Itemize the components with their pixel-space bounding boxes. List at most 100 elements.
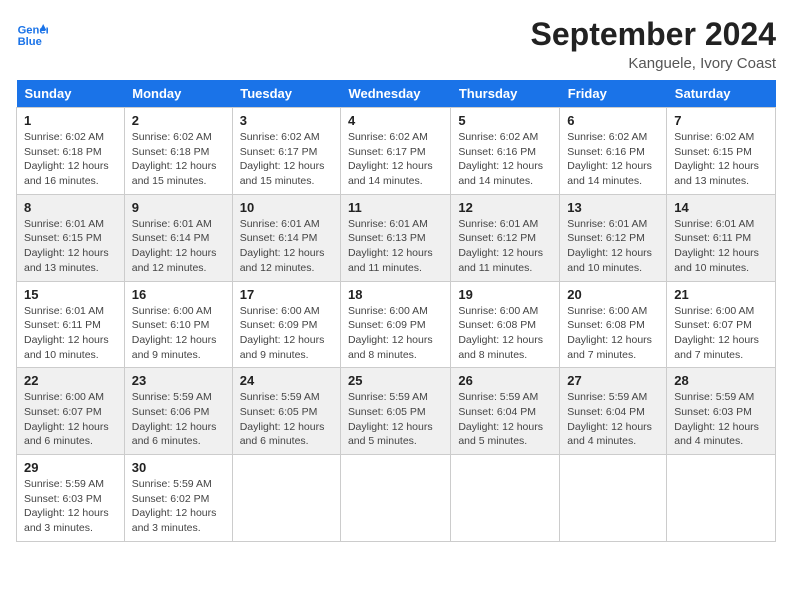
day-header-friday: Friday <box>560 80 667 108</box>
day-info: Sunrise: 6:00 AM Sunset: 6:08 PM Dayligh… <box>567 304 659 363</box>
day-info: Sunrise: 6:02 AM Sunset: 6:18 PM Dayligh… <box>24 130 117 189</box>
calendar-cell: 2 Sunrise: 6:02 AM Sunset: 6:18 PM Daylig… <box>124 108 232 195</box>
day-header-sunday: Sunday <box>17 80 125 108</box>
calendar-cell: 26 Sunrise: 5:59 AM Sunset: 6:04 PM Dayli… <box>451 368 560 455</box>
calendar-cell: 5 Sunrise: 6:02 AM Sunset: 6:16 PM Daylig… <box>451 108 560 195</box>
day-info: Sunrise: 5:59 AM Sunset: 6:03 PM Dayligh… <box>24 477 117 536</box>
logo-icon: General Blue <box>16 16 48 48</box>
day-info: Sunrise: 6:02 AM Sunset: 6:16 PM Dayligh… <box>567 130 659 189</box>
calendar-cell <box>667 455 776 542</box>
calendar-cell: 15 Sunrise: 6:01 AM Sunset: 6:11 PM Dayli… <box>17 281 125 368</box>
day-number: 20 <box>567 287 659 302</box>
month-title: September 2024 <box>531 16 776 53</box>
calendar-cell: 12 Sunrise: 6:01 AM Sunset: 6:12 PM Dayli… <box>451 194 560 281</box>
day-number: 17 <box>240 287 333 302</box>
day-header-wednesday: Wednesday <box>340 80 450 108</box>
calendar-cell: 8 Sunrise: 6:01 AM Sunset: 6:15 PM Daylig… <box>17 194 125 281</box>
day-header-saturday: Saturday <box>667 80 776 108</box>
svg-text:Blue: Blue <box>18 36 42 48</box>
calendar-cell <box>232 455 340 542</box>
day-info: Sunrise: 6:01 AM Sunset: 6:14 PM Dayligh… <box>132 217 225 276</box>
day-info: Sunrise: 6:01 AM Sunset: 6:12 PM Dayligh… <box>567 217 659 276</box>
calendar-cell: 17 Sunrise: 6:00 AM Sunset: 6:09 PM Dayli… <box>232 281 340 368</box>
day-number: 9 <box>132 200 225 215</box>
day-number: 2 <box>132 113 225 128</box>
day-number: 10 <box>240 200 333 215</box>
day-info: Sunrise: 6:00 AM Sunset: 6:08 PM Dayligh… <box>458 304 552 363</box>
calendar-cell: 28Sunrise: 5:59 AM Sunset: 6:03 PM Dayli… <box>667 368 776 455</box>
day-number: 19 <box>458 287 552 302</box>
day-info: Sunrise: 6:01 AM Sunset: 6:12 PM Dayligh… <box>458 217 552 276</box>
day-header-monday: Monday <box>124 80 232 108</box>
day-info: Sunrise: 5:59 AM Sunset: 6:06 PM Dayligh… <box>132 390 225 449</box>
day-number: 16 <box>132 287 225 302</box>
calendar-table: SundayMondayTuesdayWednesdayThursdayFrid… <box>16 80 776 542</box>
day-info: Sunrise: 6:00 AM Sunset: 6:07 PM Dayligh… <box>24 390 117 449</box>
day-number: 4 <box>348 113 443 128</box>
day-number: 13 <box>567 200 659 215</box>
day-info: Sunrise: 6:02 AM Sunset: 6:17 PM Dayligh… <box>240 130 333 189</box>
day-number: 21 <box>674 287 768 302</box>
day-info: Sunrise: 5:59 AM Sunset: 6:05 PM Dayligh… <box>240 390 333 449</box>
day-number: 6 <box>567 113 659 128</box>
calendar-cell: 11 Sunrise: 6:01 AM Sunset: 6:13 PM Dayli… <box>340 194 450 281</box>
day-info: Sunrise: 6:01 AM Sunset: 6:14 PM Dayligh… <box>240 217 333 276</box>
day-number: 14 <box>674 200 768 215</box>
calendar-cell: 22 Sunrise: 6:00 AM Sunset: 6:07 PM Dayli… <box>17 368 125 455</box>
calendar-cell: 27 Sunrise: 5:59 AM Sunset: 6:04 PM Dayli… <box>560 368 667 455</box>
day-info: Sunrise: 5:59 AM Sunset: 6:04 PM Dayligh… <box>458 390 552 449</box>
calendar-cell: 13 Sunrise: 6:01 AM Sunset: 6:12 PM Dayli… <box>560 194 667 281</box>
day-info: Sunrise: 6:00 AM Sunset: 6:09 PM Dayligh… <box>240 304 333 363</box>
day-number: 27 <box>567 373 659 388</box>
day-info: Sunrise: 6:01 AM Sunset: 6:15 PM Dayligh… <box>24 217 117 276</box>
day-info: Sunrise: 6:02 AM Sunset: 6:17 PM Dayligh… <box>348 130 443 189</box>
day-info: Sunrise: 6:02 AM Sunset: 6:15 PM Dayligh… <box>674 130 768 189</box>
day-number: 5 <box>458 113 552 128</box>
calendar-cell: 18 Sunrise: 6:00 AM Sunset: 6:09 PM Dayli… <box>340 281 450 368</box>
day-number: 12 <box>458 200 552 215</box>
day-number: 8 <box>24 200 117 215</box>
location-subtitle: Kanguele, Ivory Coast <box>531 55 776 72</box>
day-info: Sunrise: 5:59 AM Sunset: 6:02 PM Dayligh… <box>132 477 225 536</box>
day-info: Sunrise: 6:00 AM Sunset: 6:09 PM Dayligh… <box>348 304 443 363</box>
calendar-cell: 4 Sunrise: 6:02 AM Sunset: 6:17 PM Daylig… <box>340 108 450 195</box>
day-info: Sunrise: 6:00 AM Sunset: 6:10 PM Dayligh… <box>132 304 225 363</box>
calendar-cell: 16 Sunrise: 6:00 AM Sunset: 6:10 PM Dayli… <box>124 281 232 368</box>
day-info: Sunrise: 6:02 AM Sunset: 6:16 PM Dayligh… <box>458 130 552 189</box>
day-header-thursday: Thursday <box>451 80 560 108</box>
day-number: 15 <box>24 287 117 302</box>
calendar-cell: 20 Sunrise: 6:00 AM Sunset: 6:08 PM Dayli… <box>560 281 667 368</box>
calendar-cell <box>560 455 667 542</box>
calendar-cell <box>340 455 450 542</box>
calendar-cell: 1Sunrise: 6:02 AM Sunset: 6:18 PM Daylig… <box>17 108 125 195</box>
calendar-cell: 30 Sunrise: 5:59 AM Sunset: 6:02 PM Dayli… <box>124 455 232 542</box>
day-info: Sunrise: 6:01 AM Sunset: 6:11 PM Dayligh… <box>674 217 768 276</box>
calendar-cell: 7Sunrise: 6:02 AM Sunset: 6:15 PM Daylig… <box>667 108 776 195</box>
day-number: 24 <box>240 373 333 388</box>
calendar-cell: 23 Sunrise: 5:59 AM Sunset: 6:06 PM Dayli… <box>124 368 232 455</box>
day-number: 30 <box>132 460 225 475</box>
calendar-cell: 3Sunrise: 6:02 AM Sunset: 6:17 PM Daylig… <box>232 108 340 195</box>
day-number: 22 <box>24 373 117 388</box>
day-info: Sunrise: 5:59 AM Sunset: 6:04 PM Dayligh… <box>567 390 659 449</box>
calendar-cell: 24 Sunrise: 5:59 AM Sunset: 6:05 PM Dayli… <box>232 368 340 455</box>
day-number: 23 <box>132 373 225 388</box>
logo: General Blue <box>16 16 48 48</box>
day-info: Sunrise: 6:01 AM Sunset: 6:13 PM Dayligh… <box>348 217 443 276</box>
page-header: General Blue September 2024 Kanguele, Iv… <box>16 16 776 72</box>
calendar-cell: 6 Sunrise: 6:02 AM Sunset: 6:16 PM Daylig… <box>560 108 667 195</box>
day-header-tuesday: Tuesday <box>232 80 340 108</box>
calendar-cell: 19 Sunrise: 6:00 AM Sunset: 6:08 PM Dayli… <box>451 281 560 368</box>
day-number: 26 <box>458 373 552 388</box>
day-number: 18 <box>348 287 443 302</box>
day-info: Sunrise: 6:01 AM Sunset: 6:11 PM Dayligh… <box>24 304 117 363</box>
calendar-cell: 14 Sunrise: 6:01 AM Sunset: 6:11 PM Dayli… <box>667 194 776 281</box>
day-info: Sunrise: 5:59 AM Sunset: 6:05 PM Dayligh… <box>348 390 443 449</box>
day-number: 29 <box>24 460 117 475</box>
calendar-cell: 29 Sunrise: 5:59 AM Sunset: 6:03 PM Dayli… <box>17 455 125 542</box>
day-number: 11 <box>348 200 443 215</box>
title-block: September 2024 Kanguele, Ivory Coast <box>531 16 776 72</box>
day-number: 28 <box>674 373 768 388</box>
day-info: Sunrise: 6:02 AM Sunset: 6:18 PM Dayligh… <box>132 130 225 189</box>
calendar-cell: 9 Sunrise: 6:01 AM Sunset: 6:14 PM Daylig… <box>124 194 232 281</box>
